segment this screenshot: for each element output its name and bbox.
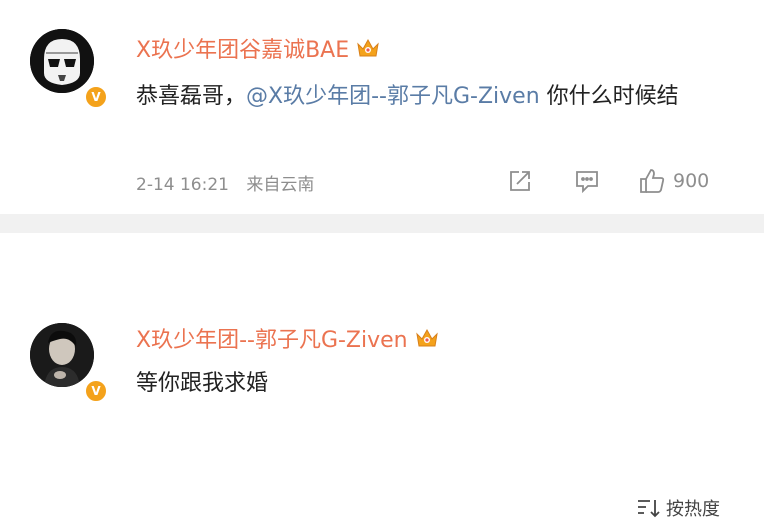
author-name[interactable]: X玖少年团谷嘉诚BAE <box>136 32 349 64</box>
comment-meta: 2-14 16:21 来自云南 <box>136 170 314 195</box>
comment-text-part: 你什么时候结 <box>539 84 679 109</box>
verified-badge-icon: V <box>84 85 108 109</box>
sort-by-hot-button[interactable]: 按热度 <box>636 495 720 521</box>
like-count: 900 <box>673 170 710 192</box>
like-icon <box>640 169 665 193</box>
comment-text: 等你跟我求婚 <box>136 371 269 396</box>
comment-text: 恭喜磊哥，@X玖少年团--郭子凡G-Ziven 你什么时候结 <box>136 78 716 115</box>
comment-date: 2-14 16:21 <box>136 175 229 195</box>
share-button[interactable] <box>506 166 534 196</box>
comment-icon <box>576 171 598 194</box>
section-divider <box>0 214 764 233</box>
user-mention-link[interactable]: @X玖少年团--郭子凡G-Ziven <box>246 84 540 109</box>
comment-card: V X玖少年团谷嘉诚BAE 恭喜磊哥，@X玖少年团--郭子凡G-Ziven 你什… <box>0 0 764 214</box>
comment-author[interactable]: X玖少年团谷嘉诚BAE <box>136 32 381 64</box>
comment-button[interactable] <box>573 166 601 196</box>
avatar[interactable] <box>30 323 94 387</box>
like-button[interactable]: 900 <box>637 166 709 196</box>
avatar[interactable] <box>30 29 94 93</box>
share-icon <box>510 171 530 191</box>
sort-bar: 按热度 <box>0 233 764 520</box>
comment-source: 来自云南 <box>246 175 315 195</box>
crown-icon <box>415 328 438 347</box>
verified-badge-icon: V <box>84 379 108 403</box>
comment-text-part: 恭喜磊哥， <box>136 84 247 109</box>
sort-label[interactable]: 按热度 <box>666 495 720 521</box>
author-name[interactable]: X玖少年团--郭子凡G-Ziven <box>136 322 408 354</box>
crown-icon <box>357 38 379 57</box>
comment-author[interactable]: X玖少年团--郭子凡G-Ziven <box>136 322 440 354</box>
sort-icon <box>638 500 660 518</box>
